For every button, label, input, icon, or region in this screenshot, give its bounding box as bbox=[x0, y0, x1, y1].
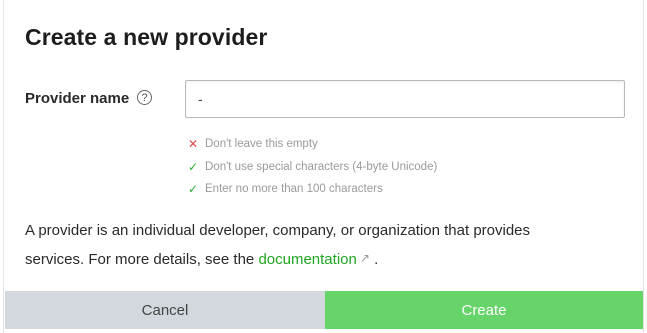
rule-no-special-chars: ✓ Don't use special characters (4-byte U… bbox=[188, 156, 437, 179]
rule-text: Don't use special characters (4-byte Uni… bbox=[205, 160, 438, 173]
rule-text: Enter no more than 100 characters bbox=[205, 183, 383, 196]
provider-name-row: Provider name ? bbox=[25, 80, 625, 120]
cancel-button[interactable]: Cancel bbox=[5, 291, 325, 329]
rule-max-length: ✓ Enter no more than 100 characters bbox=[188, 178, 437, 201]
validation-rules: ✕ Don't leave this empty ✓ Don't use spe… bbox=[188, 133, 437, 201]
check-icon: ✓ bbox=[188, 182, 199, 197]
create-button[interactable]: Create bbox=[325, 291, 643, 329]
provider-name-label: Provider name bbox=[25, 90, 130, 107]
question-circle-icon[interactable]: ? bbox=[137, 90, 152, 105]
check-icon: ✓ bbox=[188, 159, 199, 174]
rule-text: Don't leave this empty bbox=[205, 138, 318, 151]
x-icon: ✕ bbox=[188, 137, 199, 152]
dialog-title: Create a new provider bbox=[25, 24, 268, 50]
documentation-link[interactable]: documentation bbox=[258, 251, 356, 268]
description-suffix: . bbox=[369, 250, 379, 268]
rule-not-empty: ✕ Don't leave this empty bbox=[188, 133, 437, 156]
description: A provider is an individual developer, c… bbox=[25, 218, 585, 273]
create-provider-dialog: Create a new provider Provider name ? ✕ … bbox=[3, 0, 644, 333]
external-link-icon: ↗ bbox=[359, 250, 370, 265]
provider-name-input[interactable] bbox=[185, 80, 625, 118]
